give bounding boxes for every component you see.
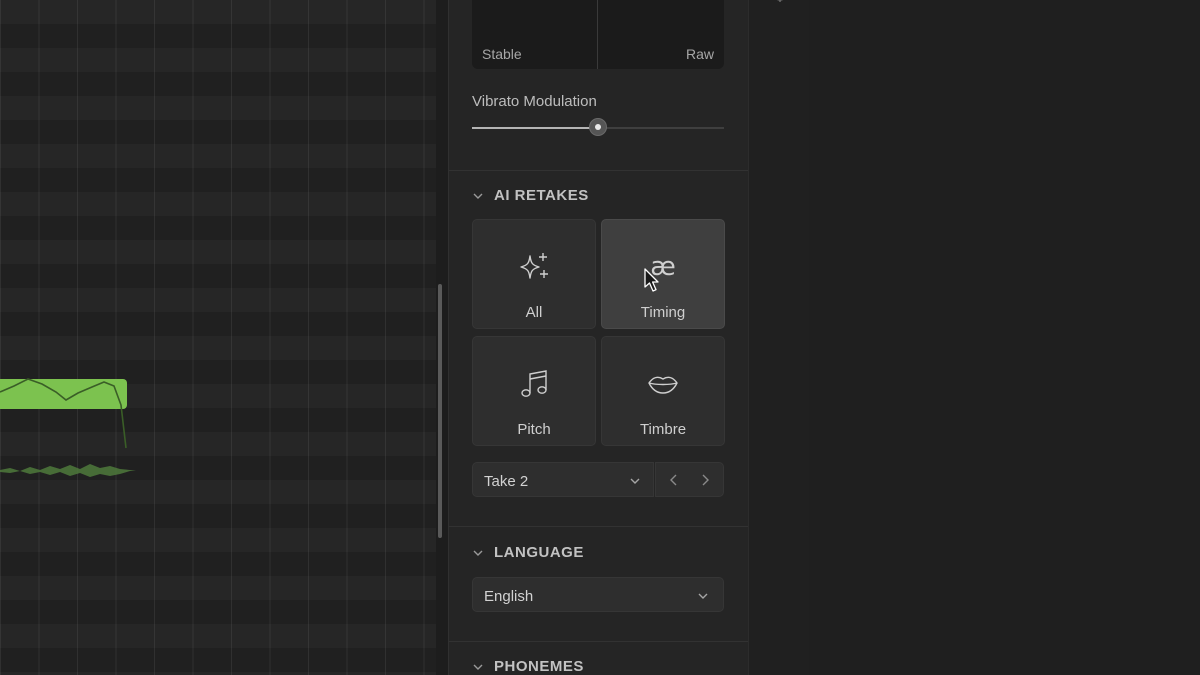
retake-timing-button[interactable]: æ Timing [601, 219, 725, 329]
side-toolbar [748, 0, 810, 675]
retake-timing-label: Timing [640, 304, 686, 321]
retake-pitch-button[interactable]: Pitch [472, 336, 596, 446]
phonemes-header[interactable]: PHONEMES [472, 658, 584, 675]
pitch-curve [0, 378, 127, 449]
inspector-panel: Stable Raw Vibrato Modulation AI RETAKES… [448, 0, 749, 675]
language-title: LANGUAGE [494, 544, 584, 561]
vibrato-slider-fill [472, 127, 598, 129]
gear-icon[interactable] [770, 0, 790, 8]
divider [449, 526, 749, 527]
pad-divider [597, 0, 598, 69]
raw-label: Raw [685, 46, 714, 62]
music-notes-icon [521, 370, 547, 397]
previous-take-icon[interactable] [667, 473, 681, 487]
phonemes-title: PHONEMES [494, 658, 584, 675]
take-navigation [655, 462, 724, 497]
divider [449, 170, 749, 171]
vibrato-slider[interactable] [472, 118, 724, 136]
retake-pitch-label: Pitch [517, 421, 551, 438]
ai-retakes-title: AI RETAKES [494, 187, 589, 204]
sparkles-icon [520, 253, 548, 279]
ai-retakes-header[interactable]: AI RETAKES [472, 187, 589, 204]
chevron-down-icon [473, 664, 483, 670]
scrollbar-thumb[interactable] [438, 284, 442, 538]
language-value: English [484, 588, 534, 605]
pitch-curve-overlay [0, 378, 136, 477]
piano-roll[interactable] [0, 0, 436, 675]
stable-label: Stable [482, 46, 522, 62]
chevron-down-icon [473, 550, 483, 556]
audio-waveform [0, 464, 136, 477]
take-value: Take 2 [484, 473, 529, 490]
chevron-down-icon [473, 193, 483, 199]
retake-timbre-label: Timbre [639, 421, 687, 438]
retake-all-button[interactable]: All [472, 219, 596, 329]
language-dropdown[interactable]: English [472, 577, 724, 612]
retake-all-label: All [525, 304, 543, 321]
pitch-style-pad[interactable]: Stable Raw [472, 0, 724, 69]
vibrato-label: Vibrato Modulation [472, 93, 597, 110]
mouse-cursor-icon [644, 268, 659, 292]
chevron-down-icon [630, 478, 640, 484]
empty-workspace [809, 0, 1200, 675]
language-header[interactable]: LANGUAGE [472, 544, 584, 561]
take-dropdown[interactable]: Take 2 [472, 462, 654, 497]
lips-icon [648, 376, 678, 394]
vibrato-slider-thumb[interactable] [589, 118, 607, 136]
next-take-icon[interactable] [698, 473, 712, 487]
divider [449, 641, 749, 642]
retake-timbre-button[interactable]: Timbre [601, 336, 725, 446]
chevron-down-icon [698, 593, 708, 599]
